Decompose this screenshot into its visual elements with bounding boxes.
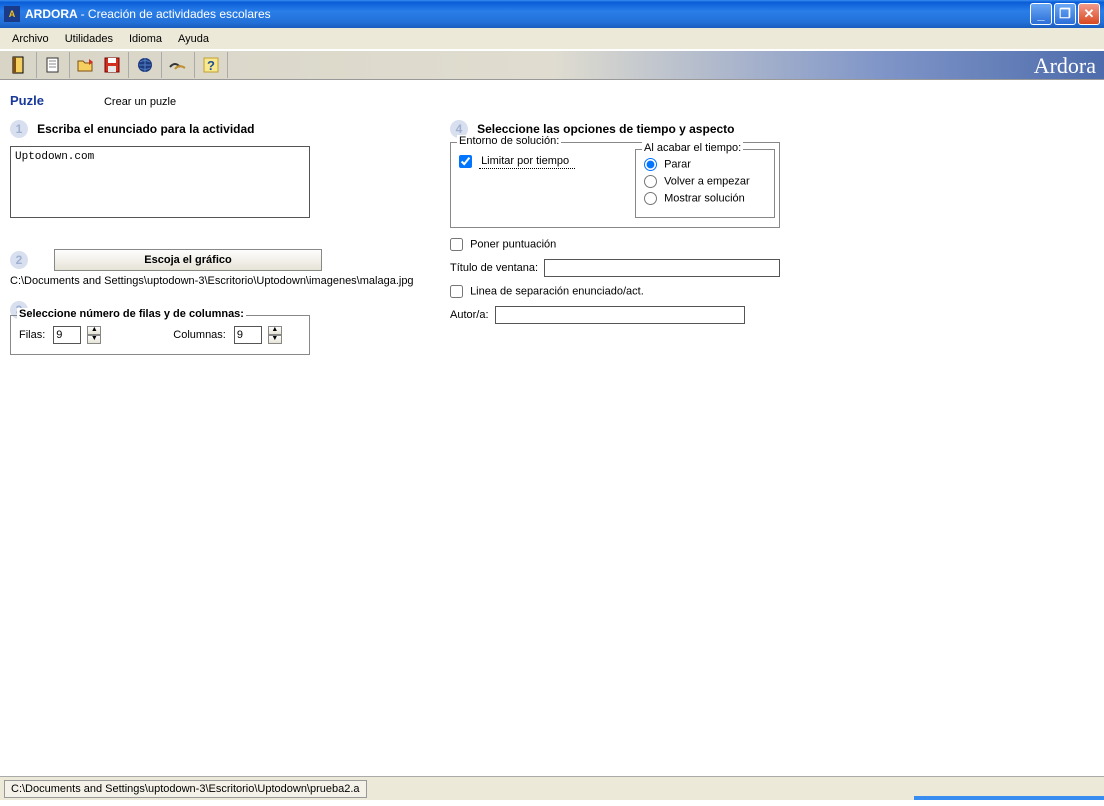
score-checkbox[interactable] — [450, 238, 463, 251]
activity-description: Crear un puzle — [104, 96, 176, 108]
close-button[interactable]: ✕ — [1078, 3, 1100, 25]
content-header: Puzle Crear un puzle — [0, 80, 1104, 110]
radio-parar[interactable] — [644, 158, 657, 171]
filas-spinner[interactable]: ▲ ▼ — [87, 326, 101, 344]
new-doc-icon[interactable] — [41, 53, 65, 77]
rows-cols-legend: Seleccione número de filas y de columnas… — [17, 308, 246, 320]
window-title-label: Título de ventana: — [450, 262, 538, 274]
activity-name: Puzle — [10, 93, 44, 108]
columnas-down-icon[interactable]: ▼ — [268, 335, 282, 344]
time-end-legend: Al acabar el tiempo: — [642, 142, 743, 154]
brand-logo: Ardora — [1034, 51, 1096, 81]
exit-icon[interactable] — [8, 53, 32, 77]
step-1-title: Escriba el enunciado para la actividad — [37, 122, 254, 136]
window-title: ARDORA - Creación de actividades escolar… — [25, 7, 271, 21]
radio-mostrar[interactable] — [644, 192, 657, 205]
filas-down-icon[interactable]: ▼ — [87, 335, 101, 344]
status-path: C:\Documents and Settings\uptodown-3\Esc… — [4, 780, 367, 798]
maximize-button[interactable]: ❐ — [1054, 3, 1076, 25]
app-icon: A — [4, 6, 20, 22]
svg-text:?: ? — [207, 58, 215, 73]
limit-time-checkbox[interactable] — [459, 155, 472, 168]
step-4-title: Seleccione las opciones de tiempo y aspe… — [477, 122, 734, 136]
help-icon[interactable]: ? — [199, 53, 223, 77]
solution-legend: Entorno de solución: — [457, 135, 561, 147]
radio-parar-label: Parar — [664, 158, 691, 170]
menu-idioma[interactable]: Idioma — [121, 31, 170, 47]
minimize-button[interactable]: _ — [1030, 3, 1052, 25]
score-label: Poner puntuación — [470, 238, 556, 250]
statement-input[interactable] — [10, 146, 310, 218]
filas-input[interactable] — [53, 326, 81, 344]
open-icon[interactable] — [74, 53, 98, 77]
choose-graphic-button[interactable]: Escoja el gráfico — [54, 249, 322, 271]
taskbar-hint — [914, 796, 1104, 800]
time-end-fieldset: Al acabar el tiempo: Parar Volver a empe… — [635, 149, 775, 218]
menu-ayuda[interactable]: Ayuda — [170, 31, 217, 47]
solution-fieldset: Entorno de solución: Limitar por tiempo … — [450, 142, 780, 228]
filas-label: Filas: — [19, 329, 45, 341]
menu-bar: Archivo Utilidades Idioma Ayuda — [0, 28, 1104, 50]
step-1-number: 1 — [10, 120, 28, 138]
toolbar: ? Ardora — [0, 50, 1104, 80]
columnas-label: Columnas: — [173, 329, 226, 341]
radio-volver[interactable] — [644, 175, 657, 188]
menu-utilidades[interactable]: Utilidades — [57, 31, 121, 47]
step-1: 1 Escriba el enunciado para la actividad — [10, 120, 440, 221]
window-subtitle: - Creación de actividades escolares — [81, 7, 271, 21]
step-2-number: 2 — [10, 251, 28, 269]
author-input[interactable] — [495, 306, 745, 324]
separator-label: Linea de separación enunciado/act. — [470, 285, 644, 297]
radio-mostrar-label: Mostrar solución — [664, 192, 745, 204]
separator-checkbox[interactable] — [450, 285, 463, 298]
author-label: Autor/a: — [450, 309, 489, 321]
window-title-input[interactable] — [544, 259, 780, 277]
step-2: 2 Escoja el gráfico — [10, 249, 440, 271]
title-bar: A ARDORA - Creación de actividades escol… — [0, 0, 1104, 28]
columnas-spinner[interactable]: ▲ ▼ — [268, 326, 282, 344]
filas-up-icon[interactable]: ▲ — [87, 326, 101, 335]
rows-cols-fieldset: Seleccione número de filas y de columnas… — [10, 315, 310, 355]
save-icon[interactable] — [100, 53, 124, 77]
globe-icon[interactable] — [133, 53, 157, 77]
columnas-input[interactable] — [234, 326, 262, 344]
work-area: 1 Escriba el enunciado para la actividad… — [0, 110, 1104, 806]
limit-time-label: Limitar por tiempo — [479, 155, 575, 169]
app-name: ARDORA — [25, 7, 77, 21]
graphic-path: C:\Documents and Settings\uptodown-3\Esc… — [10, 275, 440, 287]
radio-volver-label: Volver a empezar — [664, 175, 750, 187]
columnas-up-icon[interactable]: ▲ — [268, 326, 282, 335]
menu-archivo[interactable]: Archivo — [4, 31, 57, 47]
preview-icon[interactable] — [166, 53, 190, 77]
